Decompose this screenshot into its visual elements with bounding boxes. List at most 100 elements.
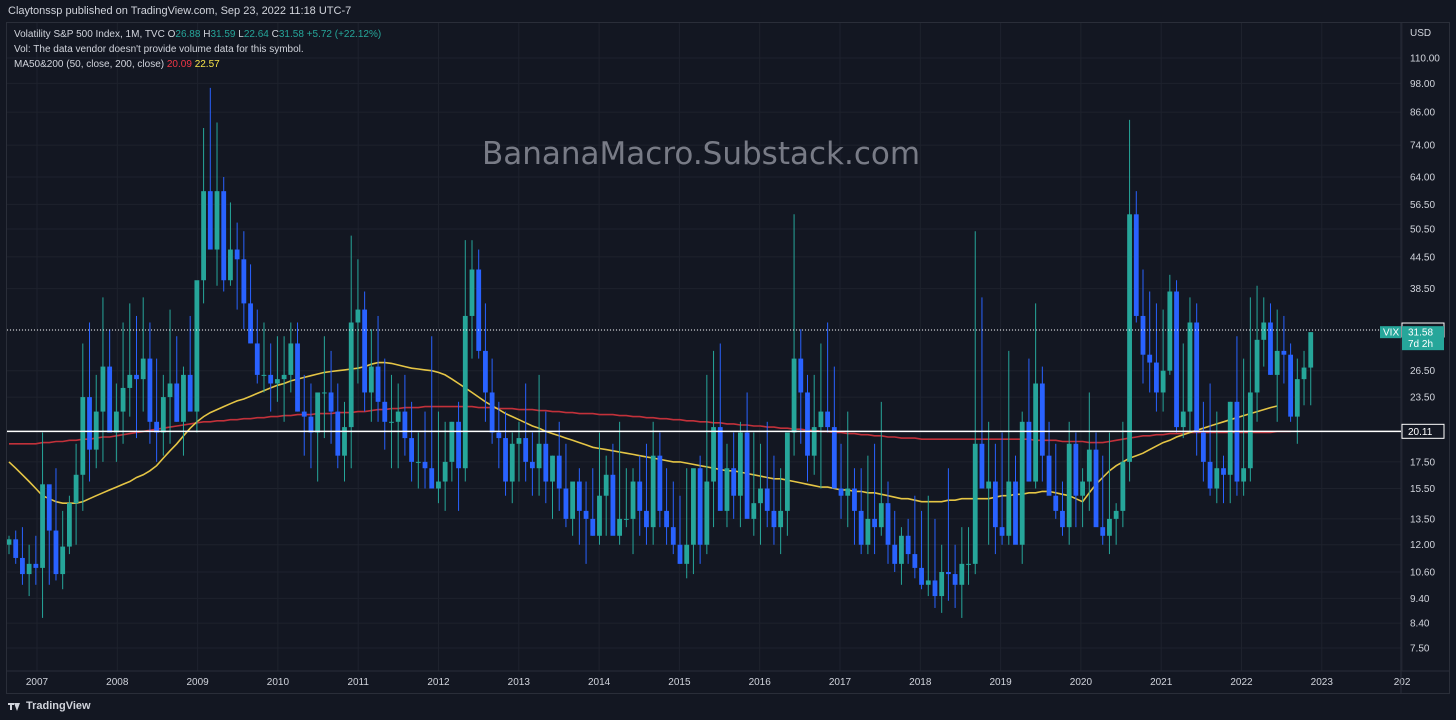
candle-body-up[interactable] bbox=[80, 397, 86, 475]
candle-body-up[interactable] bbox=[1294, 379, 1300, 417]
candle-body-down[interactable] bbox=[644, 510, 649, 528]
candle-body-up[interactable] bbox=[711, 427, 716, 482]
candle-body-down[interactable] bbox=[268, 374, 274, 384]
candle-body-up[interactable] bbox=[845, 488, 851, 496]
candle-body-down[interactable] bbox=[556, 455, 562, 489]
candle-body-up[interactable] bbox=[1261, 322, 1267, 340]
candle-body-down[interactable] bbox=[1221, 468, 1226, 475]
candle-body-up[interactable] bbox=[516, 438, 522, 444]
candle-body-down[interactable] bbox=[1039, 383, 1045, 456]
candle-body-down[interactable] bbox=[764, 488, 770, 511]
candle-body-up[interactable] bbox=[395, 411, 401, 422]
candle-body-up[interactable] bbox=[1308, 332, 1314, 368]
candle-body-down[interactable] bbox=[771, 510, 777, 528]
candle-body-up[interactable] bbox=[1033, 383, 1039, 482]
candle-body-up[interactable] bbox=[691, 468, 696, 545]
candle-body-up[interactable] bbox=[925, 580, 931, 585]
candle-body-down[interactable] bbox=[1200, 432, 1206, 462]
candle-body-down[interactable] bbox=[13, 539, 19, 558]
candle-body-up[interactable] bbox=[597, 495, 602, 536]
candle-body-up[interactable] bbox=[751, 503, 757, 519]
candle-body-up[interactable] bbox=[1120, 461, 1126, 511]
candle-body-up[interactable] bbox=[570, 481, 576, 519]
candle-body-down[interactable] bbox=[33, 563, 39, 568]
candle-body-up[interactable] bbox=[758, 488, 763, 504]
candle-body-down[interactable] bbox=[1100, 527, 1106, 536]
candle-body-up[interactable] bbox=[66, 503, 72, 547]
candle-body-up[interactable] bbox=[288, 343, 294, 375]
candle-body-down[interactable] bbox=[362, 309, 368, 393]
candle-body-up[interactable] bbox=[40, 484, 45, 568]
candle-body-down[interactable] bbox=[1133, 214, 1139, 316]
candle-body-down[interactable] bbox=[1073, 443, 1079, 496]
candle-body-up[interactable] bbox=[1107, 518, 1112, 536]
candle-body-down[interactable] bbox=[174, 383, 180, 422]
candle-body-up[interactable] bbox=[865, 518, 871, 545]
candle-body-up[interactable] bbox=[26, 563, 32, 575]
candle-body-down[interactable] bbox=[610, 474, 616, 536]
candle-body-up[interactable] bbox=[261, 374, 267, 376]
candle-body-up[interactable] bbox=[348, 322, 354, 428]
candle-body-up[interactable] bbox=[1066, 443, 1072, 528]
candle-body-down[interactable] bbox=[1013, 481, 1018, 545]
candle-body-up[interactable] bbox=[60, 546, 66, 575]
candle-body-up[interactable] bbox=[623, 518, 629, 520]
candle-body-down[interactable] bbox=[456, 421, 461, 469]
candle-body-down[interactable] bbox=[20, 557, 25, 575]
candle-body-down[interactable] bbox=[248, 303, 253, 344]
candle-body-down[interactable] bbox=[576, 481, 582, 511]
candle-body-down[interactable] bbox=[503, 438, 508, 482]
candle-body-down[interactable] bbox=[1093, 449, 1099, 528]
candle-body-down[interactable] bbox=[46, 484, 52, 531]
candle-body-up[interactable] bbox=[160, 397, 166, 433]
candle-body-up[interactable] bbox=[778, 510, 784, 528]
candle-body-down[interactable] bbox=[1174, 291, 1179, 428]
candle-body-down[interactable] bbox=[919, 567, 924, 585]
candle-body-up[interactable] bbox=[617, 518, 623, 536]
candle-body-down[interactable] bbox=[838, 488, 844, 496]
candle-body-up[interactable] bbox=[449, 421, 455, 462]
candle-body-down[interactable] bbox=[979, 443, 985, 489]
candle-body-down[interactable] bbox=[1207, 461, 1213, 489]
candle-body-up[interactable] bbox=[127, 374, 133, 388]
candle-body-up[interactable] bbox=[355, 309, 361, 323]
candle-body-down[interactable] bbox=[409, 438, 414, 462]
candle-body-up[interactable] bbox=[986, 481, 992, 489]
candle-body-up[interactable] bbox=[1127, 214, 1132, 462]
candle-body-down[interactable] bbox=[825, 411, 831, 428]
candle-body-up[interactable] bbox=[550, 455, 555, 482]
candle-body-down[interactable] bbox=[295, 343, 300, 412]
candle-body-down[interactable] bbox=[1147, 354, 1153, 363]
candle-body-down[interactable] bbox=[1234, 401, 1240, 482]
candle-body-down[interactable] bbox=[107, 366, 113, 433]
candle-body-down[interactable] bbox=[53, 530, 59, 575]
candle-body-down[interactable] bbox=[543, 443, 549, 482]
candle-body-up[interactable] bbox=[939, 571, 945, 597]
tradingview-logo[interactable]: TradingView bbox=[8, 700, 91, 712]
candle-body-down[interactable] bbox=[402, 411, 408, 439]
candle-body-down[interactable] bbox=[234, 249, 240, 260]
candle-body-up[interactable] bbox=[100, 366, 106, 412]
candle-body-down[interactable] bbox=[429, 468, 435, 489]
candle-body-up[interactable] bbox=[1254, 339, 1260, 393]
candle-body-down[interactable] bbox=[858, 510, 864, 545]
candle-body-up[interactable] bbox=[214, 191, 220, 250]
candle-body-down[interactable] bbox=[187, 374, 193, 412]
candle-body-up[interactable] bbox=[959, 563, 965, 585]
candle-body-up[interactable] bbox=[442, 461, 448, 482]
candle-body-down[interactable] bbox=[301, 411, 307, 417]
candle-body-down[interactable] bbox=[1154, 362, 1159, 393]
candle-body-up[interactable] bbox=[1187, 322, 1193, 412]
candle-body-down[interactable] bbox=[872, 518, 877, 528]
candle-body-up[interactable] bbox=[389, 421, 394, 423]
candle-body-down[interactable] bbox=[677, 544, 683, 564]
candle-body-up[interactable] bbox=[1019, 421, 1025, 545]
candle-body-up[interactable] bbox=[321, 392, 327, 394]
candle-body-up[interactable] bbox=[167, 383, 173, 398]
candle-body-up[interactable] bbox=[1214, 468, 1220, 489]
candle-body-down[interactable] bbox=[563, 488, 569, 519]
candle-body-down[interactable] bbox=[1053, 495, 1059, 511]
candle-body-down[interactable] bbox=[241, 259, 247, 304]
candle-body-down[interactable] bbox=[831, 427, 837, 489]
candle-body-down[interactable] bbox=[657, 455, 663, 511]
